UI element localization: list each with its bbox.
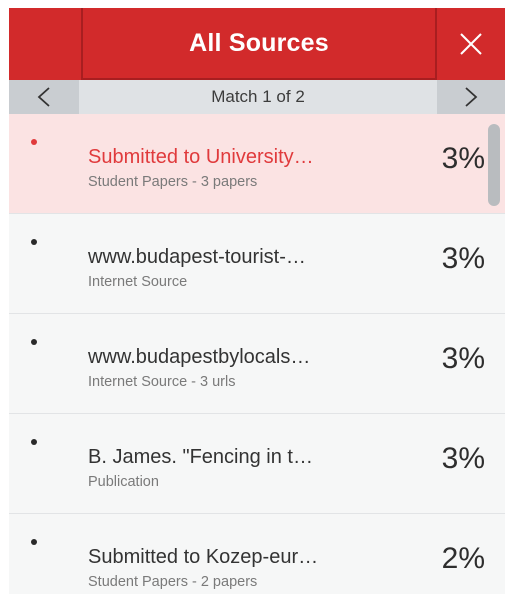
source-percent: 3% bbox=[441, 142, 485, 175]
source-name: B. James. "Fencing in t… bbox=[88, 446, 313, 468]
sources-panel: All Sources Match 1 of 2 Submitted to Un… bbox=[9, 8, 505, 594]
title-box: All Sources bbox=[81, 8, 437, 80]
source-percent: 3% bbox=[441, 242, 485, 275]
source-row-2[interactable]: www.budapest-tourist-… Internet Source 3… bbox=[9, 214, 505, 314]
source-name: Submitted to Kozep-eur… bbox=[88, 546, 319, 568]
source-percent: 3% bbox=[441, 342, 485, 375]
match-navigation: Match 1 of 2 bbox=[9, 80, 505, 114]
source-row-5[interactable]: Submitted to Kozep-eur… Student Papers -… bbox=[9, 514, 505, 594]
source-type: Student Papers - 2 papers bbox=[88, 574, 258, 590]
close-icon bbox=[460, 33, 482, 55]
source-row-1[interactable]: Submitted to University… Student Papers … bbox=[9, 114, 505, 214]
bullet-icon bbox=[31, 139, 37, 145]
source-type: Student Papers - 3 papers bbox=[88, 174, 258, 190]
sources-list: Submitted to University… Student Papers … bbox=[9, 114, 505, 594]
source-type: Publication bbox=[88, 474, 159, 490]
source-row-3[interactable]: www.budapestbylocals… Internet Source - … bbox=[9, 314, 505, 414]
source-row-4[interactable]: B. James. "Fencing in t… Publication 3% bbox=[9, 414, 505, 514]
source-type: Internet Source - 3 urls bbox=[88, 374, 236, 390]
chevron-right-icon bbox=[465, 87, 478, 107]
bullet-icon bbox=[31, 339, 37, 345]
list-scrollbar[interactable] bbox=[487, 124, 501, 214]
scrollbar-thumb[interactable] bbox=[488, 124, 500, 206]
close-button[interactable] bbox=[437, 8, 505, 80]
panel-header: All Sources bbox=[9, 8, 505, 80]
source-type: Internet Source bbox=[88, 274, 188, 290]
bullet-icon bbox=[31, 239, 37, 245]
source-percent: 3% bbox=[441, 442, 485, 475]
panel-title: All Sources bbox=[189, 28, 329, 57]
bullet-icon bbox=[31, 539, 37, 545]
next-match-button[interactable] bbox=[437, 80, 505, 114]
chevron-left-icon bbox=[37, 87, 50, 107]
match-counter: Match 1 of 2 bbox=[211, 87, 305, 106]
source-name: www.budapestbylocals… bbox=[88, 346, 311, 368]
source-name: Submitted to University… bbox=[88, 146, 314, 168]
bullet-icon bbox=[31, 439, 37, 445]
source-percent: 2% bbox=[441, 542, 485, 575]
previous-match-button[interactable] bbox=[9, 80, 79, 114]
source-name: www.budapest-tourist-… bbox=[88, 246, 306, 268]
